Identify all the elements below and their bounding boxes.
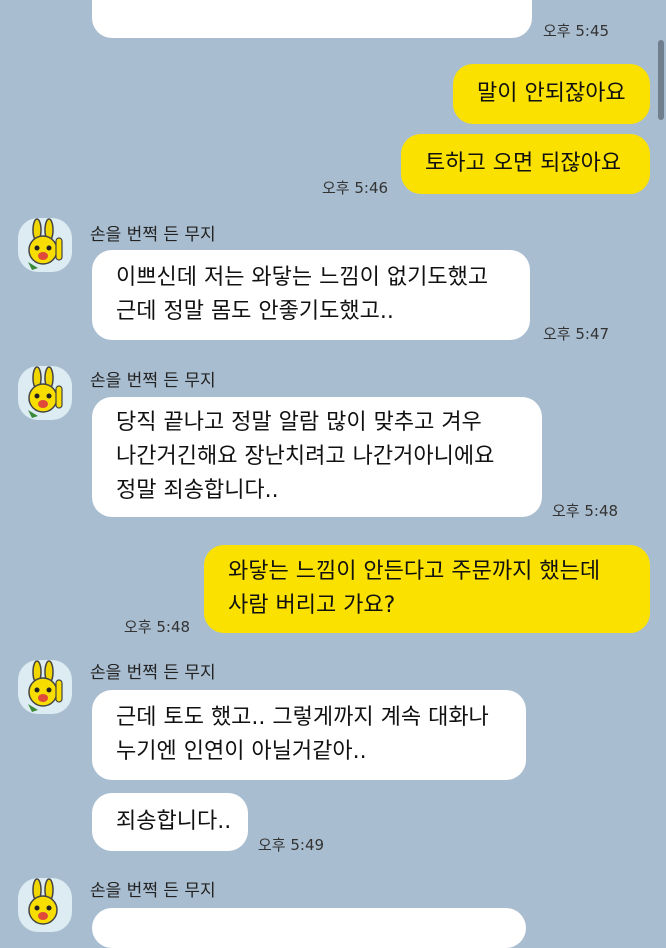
message-text: 근데 정말 몸도 안좋기도했고.. (116, 299, 394, 324)
my-message-bubble[interactable]: 와닿는 느낌이 안든다고 주문까지 했는데 사람 버리고 가요? (204, 545, 650, 633)
sender-name: 손을 번쩍 든 무지 (90, 881, 216, 901)
sender-avatar[interactable] (18, 660, 72, 714)
timestamp: 오후 5:48 (124, 618, 191, 636)
message-text: 이쁘신데 저는 와닿는 느낌이 없기도했고 (116, 265, 489, 290)
message-text: 당직 끝나고 정말 알람 많이 맞추고 겨우 (116, 410, 482, 435)
sender-name: 손을 번쩍 든 무지 (90, 371, 216, 391)
sender-name: 손을 번쩍 든 무지 (90, 225, 216, 245)
their-message-bubble[interactable]: 근데 토도 했고.. 그렇게까지 계속 대화나 누기엔 인연이 아닐거같아.. (92, 690, 526, 780)
sender-avatar[interactable] (18, 218, 72, 272)
timestamp: 오후 5:45 (543, 22, 610, 40)
muzi-rabbit-icon (28, 218, 63, 270)
message-text: 죄송합니다.. (116, 809, 232, 834)
timestamp: 오후 5:47 (543, 325, 610, 343)
scrollbar[interactable] (658, 40, 664, 120)
message-text: 말이 안되잖아요 (477, 81, 626, 106)
sender-avatar[interactable] (18, 366, 72, 420)
message-text: 누기엔 인연이 아닐거같아.. (116, 739, 367, 764)
muzi-rabbit-icon (28, 366, 63, 418)
their-message-bubble[interactable]: 죄송합니다.. (92, 793, 248, 851)
message-text: 사람 버리고 가요? (228, 593, 396, 618)
their-message-bubble[interactable]: 당직 끝나고 정말 알람 많이 맞추고 겨우 나간거긴해요 장난치려고 나간거아… (92, 397, 542, 517)
my-message-bubble[interactable]: 말이 안되잖아요 (453, 64, 650, 124)
message-text: 근데 토도 했고.. 그렇게까지 계속 대화나 (116, 705, 489, 730)
my-message-bubble[interactable]: 토하고 오면 되잖아요 (401, 134, 650, 194)
muzi-rabbit-icon (28, 878, 58, 925)
message-text: 나간거긴해요 장난치려고 나간거아니에요 (116, 444, 495, 469)
timestamp: 오후 5:46 (322, 179, 389, 197)
timestamp: 오후 5:48 (552, 502, 619, 520)
message-bubble-cutoff-bottom (92, 908, 526, 948)
message-text: 정말 죄송합니다.. (116, 478, 279, 503)
muzi-rabbit-icon (28, 660, 63, 712)
timestamp: 오후 5:49 (258, 836, 325, 854)
message-bubble-cutoff-top (92, 0, 532, 38)
sender-name: 손을 번쩍 든 무지 (90, 663, 216, 683)
their-message-bubble[interactable]: 이쁘신데 저는 와닿는 느낌이 없기도했고 근데 정말 몸도 안좋기도했고.. (92, 250, 530, 340)
message-text: 토하고 오면 되잖아요 (425, 151, 622, 176)
sender-avatar[interactable] (18, 878, 72, 932)
message-text: 와닿는 느낌이 안든다고 주문까지 했는데 (228, 559, 601, 584)
